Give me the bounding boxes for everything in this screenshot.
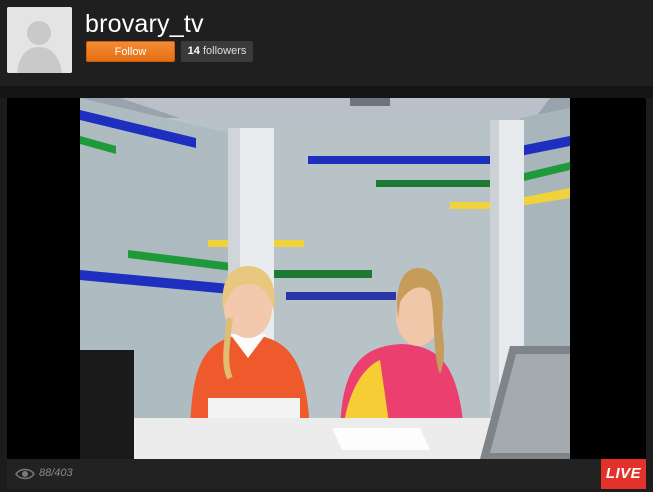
eye-icon xyxy=(15,468,35,480)
user-silhouette-icon xyxy=(7,7,72,73)
follow-button[interactable]: Follow xyxy=(86,41,175,62)
channel-name[interactable]: brovary_tv xyxy=(85,10,204,38)
player-controls: 88/403 LIVE xyxy=(7,459,646,489)
viewer-count: 88/403 xyxy=(39,467,73,479)
video-player[interactable] xyxy=(7,98,646,459)
followers-label: followers xyxy=(202,45,247,57)
channel-header: brovary_tv Follow 14 followers xyxy=(0,0,653,86)
header-divider xyxy=(0,86,653,98)
followers-number: 14 xyxy=(187,45,200,57)
live-badge: LIVE xyxy=(601,459,646,489)
followers-count: 14 followers xyxy=(181,41,253,62)
avatar[interactable] xyxy=(7,7,72,73)
video-frame[interactable] xyxy=(80,98,570,459)
